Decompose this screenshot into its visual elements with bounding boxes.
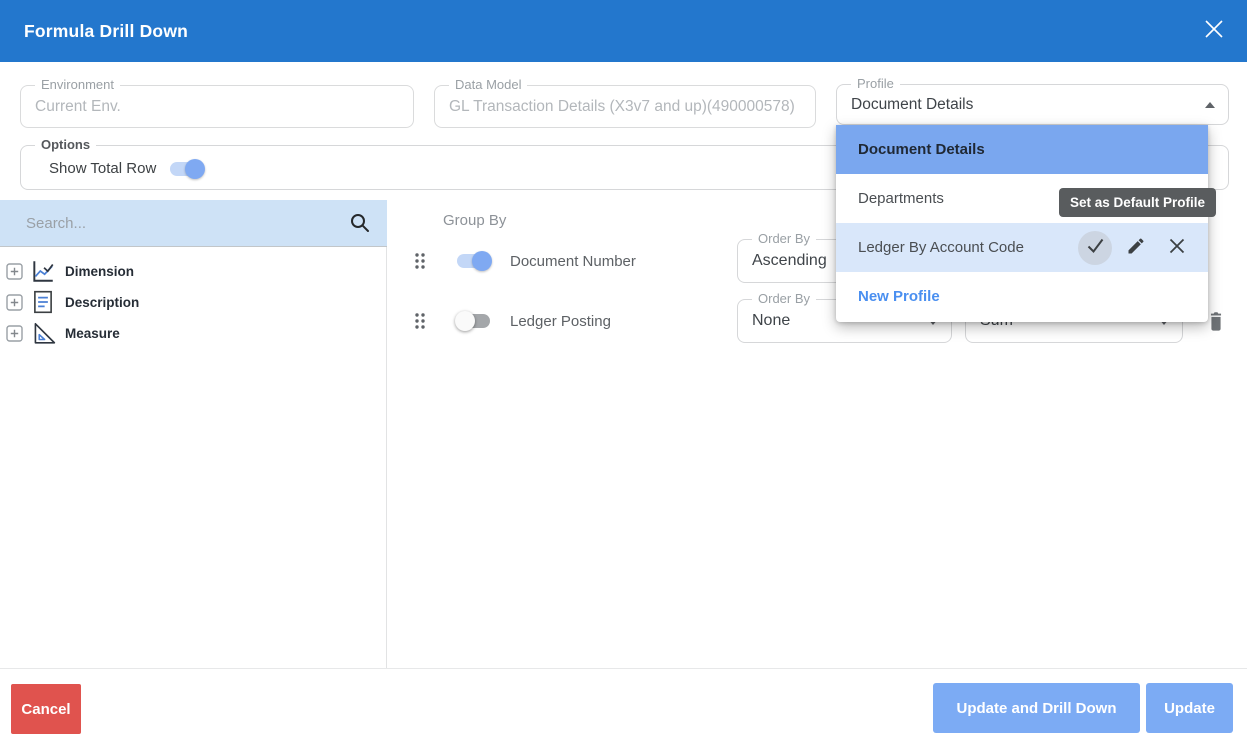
update-and-drill-down-button[interactable]: Update and Drill Down [933, 683, 1140, 733]
data-model-field: Data Model GL Transaction Details (X3v7 … [434, 85, 816, 128]
new-profile-label: New Profile [858, 288, 940, 305]
new-profile-link[interactable]: New Profile [836, 272, 1208, 321]
tree-item-label: Measure [65, 326, 120, 341]
footer-divider [0, 668, 1247, 669]
close-icon [1199, 14, 1229, 49]
environment-value: Current Env. [35, 86, 383, 127]
close-button[interactable] [1197, 14, 1231, 48]
field-search-bar [0, 200, 387, 247]
profile-dropdown-menu: Document Details Departments Ledger By A… [836, 125, 1208, 322]
search-icon[interactable] [348, 211, 372, 240]
description-document-icon [30, 289, 56, 315]
delete-row-icon[interactable] [1205, 308, 1227, 333]
expand-plus-icon[interactable] [6, 325, 23, 342]
show-total-row-label: Show Total Row [49, 160, 156, 177]
measure-ruler-icon [30, 320, 56, 346]
tree-item-label: Description [65, 295, 139, 310]
formula-drill-down-dialog: Formula Drill Down Environment Current E… [0, 0, 1247, 747]
expand-plus-icon[interactable] [6, 294, 23, 311]
edit-profile-button[interactable] [1119, 231, 1153, 265]
cancel-button[interactable]: Cancel [11, 684, 81, 734]
update-button[interactable]: Update [1146, 683, 1233, 733]
profile-option-label: Departments [858, 190, 944, 207]
profile-select[interactable]: Profile Document Details [836, 84, 1229, 125]
confirm-button[interactable] [1078, 231, 1112, 265]
group-by-toggle-ledger-posting[interactable] [455, 311, 492, 331]
tree-item-label: Dimension [65, 264, 134, 279]
group-by-toggle-document-number[interactable] [455, 251, 492, 271]
x-icon [1167, 236, 1187, 260]
profile-value: Document Details [851, 85, 1198, 124]
profile-option-ledger-by-account-code[interactable]: Ledger By Account Code [836, 223, 1208, 272]
chevron-up-icon [1205, 97, 1215, 108]
profile-option-document-details[interactable]: Document Details [836, 125, 1208, 174]
tree-item-dimension[interactable]: Dimension [0, 257, 386, 285]
panel-divider [386, 247, 387, 668]
check-icon [1085, 235, 1106, 260]
profile-option-label: Document Details [858, 141, 985, 158]
data-model-value: GL Transaction Details (X3v7 and up)(490… [449, 86, 809, 127]
search-input[interactable] [24, 200, 314, 246]
environment-field: Environment Current Env. [20, 85, 414, 128]
tree-item-description[interactable]: Description [0, 288, 386, 316]
dialog-header: Formula Drill Down [0, 0, 1247, 62]
group-by-heading: Group By [443, 212, 506, 229]
drag-handle-icon[interactable] [413, 251, 427, 271]
expand-plus-icon[interactable] [6, 263, 23, 280]
tree-item-measure[interactable]: Measure [0, 319, 386, 347]
set-default-profile-tooltip: Set as Default Profile [1059, 188, 1216, 217]
drag-handle-icon[interactable] [413, 311, 427, 331]
show-total-row-toggle[interactable] [168, 159, 205, 179]
group-by-field-name: Document Number [510, 253, 636, 270]
dimension-chart-icon [30, 258, 56, 284]
profile-option-label: Ledger By Account Code [858, 239, 1024, 256]
group-by-field-name: Ledger Posting [510, 313, 611, 330]
dialog-title: Formula Drill Down [24, 0, 188, 62]
pencil-icon [1126, 236, 1146, 260]
cancel-edit-button[interactable] [1160, 231, 1194, 265]
